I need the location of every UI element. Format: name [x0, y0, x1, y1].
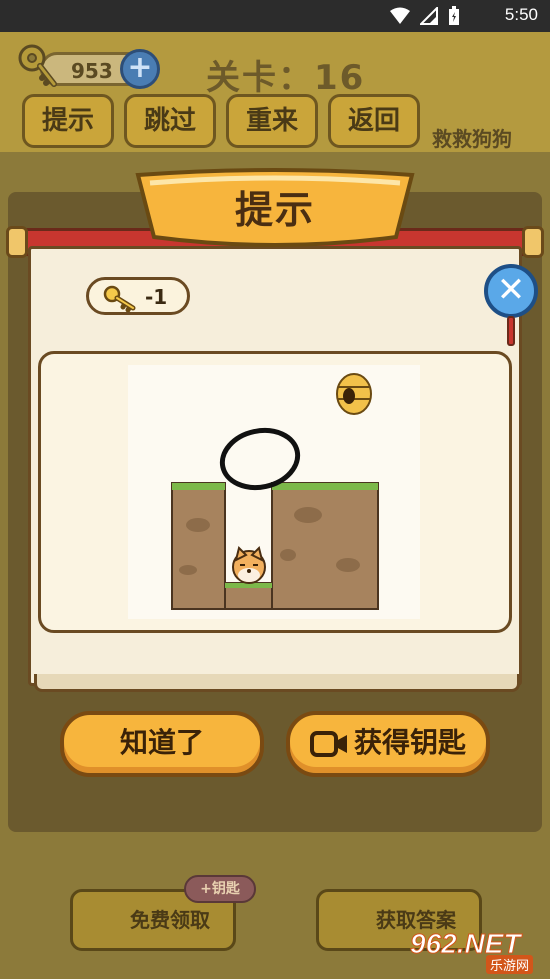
close-icon: ✕ — [496, 270, 526, 310]
video-icon — [309, 731, 347, 757]
free-claim-label: 免费领取 — [130, 908, 210, 932]
beehive-icon — [336, 373, 372, 415]
title-banner: 提示 — [134, 165, 416, 249]
add-keys-button[interactable]: + — [120, 49, 160, 89]
skip-button[interactable]: 跳过 — [124, 94, 216, 148]
hud-band: 953 + 关卡：16 提示 跳过 重来 返回 救救狗狗 — [0, 32, 550, 152]
get-key-label: 获得钥匙 — [353, 726, 466, 759]
status-bar: 5:50 — [0, 0, 550, 32]
ok-button[interactable]: 知道了 — [60, 711, 264, 777]
dog-icon — [232, 546, 266, 584]
watermark-sub: 乐游网 — [486, 955, 534, 974]
wifi-icon — [390, 7, 410, 24]
level-title: 关卡：16 — [206, 58, 366, 98]
key-icon — [18, 44, 57, 87]
close-button[interactable]: ✕ — [484, 264, 538, 318]
level-subtitle: 救救狗狗 — [432, 127, 512, 151]
scroll-end-left — [6, 226, 28, 258]
status-icons — [390, 6, 460, 26]
signal-icon — [420, 7, 438, 25]
watermark: 962.NET 乐游网 — [410, 928, 546, 974]
reward-badge: +钥匙 — [184, 875, 256, 903]
scroll-end-right — [522, 226, 544, 258]
get-key-button[interactable]: 获得钥匙 — [286, 711, 490, 777]
hint-button[interactable]: 提示 — [22, 94, 114, 148]
back-button[interactable]: 返回 — [328, 94, 420, 148]
close-tassel — [507, 316, 515, 346]
modal-title: 提示 — [234, 188, 315, 232]
key-count: 953 — [71, 59, 113, 83]
hint-illustration — [128, 365, 420, 619]
key-icon — [103, 285, 136, 312]
battery-icon — [449, 6, 459, 25]
restart-button[interactable]: 重来 — [226, 94, 318, 148]
status-time: 5:50 — [504, 5, 538, 24]
cost-text: -1 — [145, 285, 168, 309]
hint-cost: -1 — [86, 277, 190, 315]
paper-bottom-edge — [34, 674, 520, 692]
